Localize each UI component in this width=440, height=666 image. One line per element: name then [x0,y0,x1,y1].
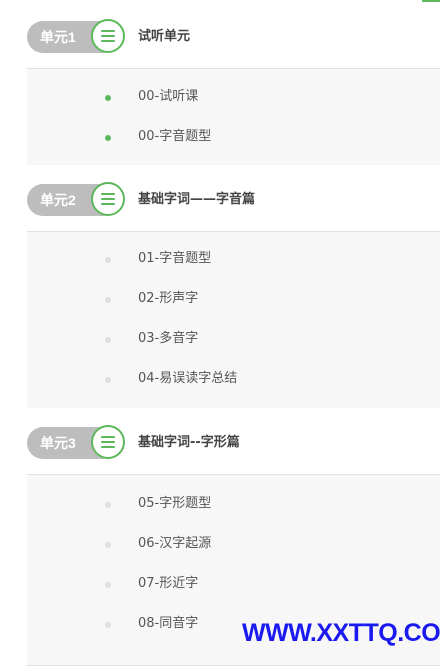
unit-section-2: 单元2 基础字词——字音篇 01-字音题型 02-形声字 03-多音字 04-易… [27,165,440,414]
lesson-item[interactable]: 01-字音题型 [27,240,440,280]
lesson-item[interactable]: 04-易误读字总结 [27,360,440,400]
lesson-status-dot [105,257,111,263]
unit-title: 基础字词——字音篇 [138,192,256,207]
lesson-title[interactable]: 01-字音题型 [138,249,211,269]
unit-title: 试听单元 [138,29,191,44]
lesson-status-dot [105,582,111,588]
lesson-status-dot [105,337,111,343]
lesson-status-dot [105,377,111,383]
unit-header[interactable]: 单元3 基础字词--字形篇 [27,408,440,474]
unit-title: 基础字词--字形篇 [138,435,240,450]
lesson-title[interactable]: 00-字音题型 [138,127,211,147]
unit-header[interactable]: 单元1 试听单元 [27,2,440,68]
lesson-item[interactable]: 03-多音字 [27,320,440,360]
lesson-title[interactable]: 03-多音字 [138,329,198,349]
lesson-status-dot [105,622,111,628]
lesson-item[interactable]: 06-汉字起源 [27,525,440,565]
menu-list-icon [91,182,125,216]
lesson-item[interactable]: 07-形近字 [27,565,440,605]
lesson-title[interactable]: 00-试听课 [138,87,198,107]
unit-header[interactable]: 单元2 基础字词——字音篇 [27,165,440,231]
lesson-item[interactable]: 02-形声字 [27,280,440,320]
lesson-status-dot [105,95,111,101]
lesson-status-dot [105,297,111,303]
lesson-title[interactable]: 07-形近字 [138,574,198,594]
lesson-item[interactable]: 05-字形题型 [27,485,440,525]
lesson-status-dot [105,502,111,508]
lesson-status-dot [105,135,111,141]
lesson-item[interactable]: 00-字音题型 [27,118,440,158]
lesson-list: 00-试听课 00-字音题型 [27,68,440,166]
lesson-title[interactable]: 08-同音字 [138,614,198,634]
lesson-item[interactable]: 00-试听课 [27,78,440,118]
menu-list-icon [91,19,125,53]
watermark-text: WWW.XXTTQ.COM [242,619,440,647]
lesson-status-dot [105,542,111,548]
unit-section-1: 单元1 试听单元 00-试听课 00-字音题型 [27,2,440,166]
menu-list-icon [91,425,125,459]
lesson-list: 01-字音题型 02-形声字 03-多音字 04-易误读字总结 [27,231,440,414]
lesson-title[interactable]: 05-字形题型 [138,494,211,514]
lesson-title[interactable]: 06-汉字起源 [138,534,211,554]
lesson-title[interactable]: 02-形声字 [138,289,198,309]
lesson-title[interactable]: 04-易误读字总结 [138,369,237,389]
